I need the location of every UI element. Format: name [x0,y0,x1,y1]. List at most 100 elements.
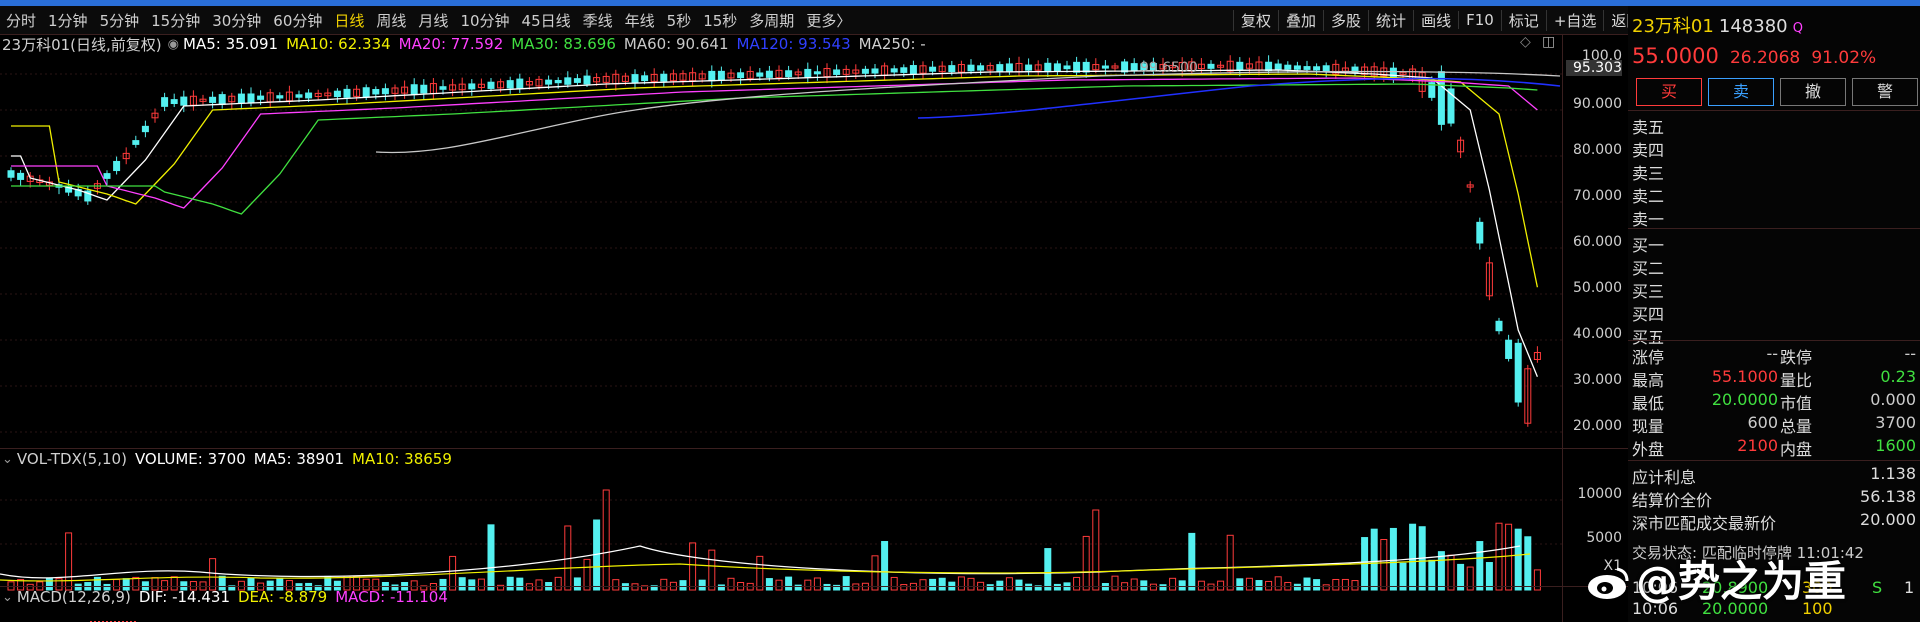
stat-value: 20.0000 [1711,390,1778,409]
candle-body [890,68,898,73]
candle-body [813,71,821,75]
price-annotation: 99.6500 [1140,60,1198,76]
price-axis-label: 50.000 [1573,280,1622,296]
tick-n: 1 [1904,578,1915,597]
buy-button[interactable]: 买 [1636,78,1702,106]
tick-flag: S [1872,578,1883,597]
quote-header: 23万科01 148380 Q [1632,12,1916,37]
info-value: 20.000 [1860,510,1916,529]
candle-body [1476,221,1484,244]
chevron-down-icon[interactable]: ⌄ [2,452,13,467]
sell-button[interactable]: 卖 [1708,78,1774,106]
q-icon[interactable]: Q [1793,21,1803,36]
candle-body [209,96,217,103]
volume-bar [919,579,927,591]
info-row: 深市匹配成交最新价 20.000 [1632,510,1916,533]
kline-chart[interactable]: 99.6500 [0,6,1566,622]
candle-body [7,170,15,178]
volume-bar [890,576,898,591]
candle-body [1313,66,1321,71]
volume-bar [1389,527,1397,591]
candle-body [237,93,245,104]
volume-bar [535,579,543,591]
volume-bar [765,578,773,591]
info-row: 结算价全价 56.138 [1632,487,1916,510]
volume-axis-label: 10000 [1577,486,1622,502]
sell-level[interactable]: 卖一 [1632,206,1916,229]
info-value: 56.138 [1860,487,1916,506]
stat-value: 55.1000 [1711,367,1778,386]
stat-label: 市值 [1780,394,1813,413]
macd-title: MACD(12,26,9) [16,588,131,606]
price-axis-label: 20.000 [1573,418,1622,434]
vol-ma5-line [0,545,1521,579]
candle-body [573,78,581,83]
candle-body [1505,339,1513,359]
volume-bar [881,541,889,591]
candle-body [641,75,649,82]
buy-level[interactable]: 买五 [1632,324,1916,347]
sell-level[interactable]: 卖三 [1632,160,1916,183]
price-pct: 91.02% [1811,48,1877,68]
stat-label: 量比 [1780,371,1813,390]
candle-body [362,87,370,98]
candle-body [631,74,639,83]
sell-level[interactable]: 卖二 [1632,183,1916,206]
candle-body [660,73,668,82]
buy-level[interactable]: 买三 [1632,278,1916,301]
volume-bar [1245,577,1253,591]
candle-body [1053,63,1061,72]
candle-body [737,72,745,79]
alert-button[interactable]: 警 [1852,78,1918,106]
buy-level[interactable]: 买二 [1632,255,1916,278]
volume-bar [612,579,620,591]
stat-label: 内盘 [1780,440,1813,459]
volume-bar [1130,578,1138,591]
volume-bar [813,577,821,591]
candle-body [861,68,869,74]
vol-ma10-line [0,553,1531,582]
price-axis-label: 40.000 [1573,326,1622,342]
candle-body [871,68,879,74]
candle-body [516,78,524,89]
volume-bar [1044,548,1052,591]
stat-label: 跌停 [1780,348,1813,367]
buy-level[interactable]: 买一 [1632,232,1916,255]
bond-name: 23万科01 [1632,16,1714,37]
chevron-down-icon[interactable]: ⌄ [2,590,13,605]
candle-body [247,93,255,103]
candle-body [1101,65,1109,69]
volume-bar [756,555,764,591]
volume-bar [1303,577,1311,591]
candle-body [1437,71,1445,125]
candle-body [785,70,793,78]
volume-bar [1409,523,1417,591]
candle-body [583,75,591,85]
sell-level[interactable]: 卖五 [1632,114,1916,137]
volume-bar [65,532,73,591]
sell-level[interactable]: 卖四 [1632,137,1916,160]
candle-body [420,84,428,94]
candle-body [1284,64,1292,70]
stat-row: 涨停 -- 跌停 -- [1632,344,1916,367]
candle-body [276,95,284,99]
candle-body [1025,64,1033,71]
volume-bar [1524,536,1532,591]
ma10-line [11,73,1539,288]
info-label: 深市匹配成交最新价 [1632,514,1777,533]
stat-value: 600 [1747,413,1778,432]
candle-body [1322,65,1330,73]
volume-bar [573,577,581,591]
cancel-button[interactable]: 撤 [1780,78,1846,106]
stat-label: 外盘 [1632,440,1665,459]
volume-bar [1380,539,1388,591]
buy-level[interactable]: 买四 [1632,301,1916,324]
candle-body [1293,65,1301,70]
stat-row: 最低 20.0000 市值 0.000 [1632,390,1916,413]
volume-bar [1236,578,1244,591]
vol-ma10: MA10: 38659 [352,450,452,468]
vol-legend: ⌄ VOL-TDX(5,10) VOLUME: 3700 MA5: 38901 … [2,449,460,469]
volume-bar [1370,528,1378,591]
volume-bar [1207,583,1215,591]
info-value: 1.138 [1870,464,1916,483]
